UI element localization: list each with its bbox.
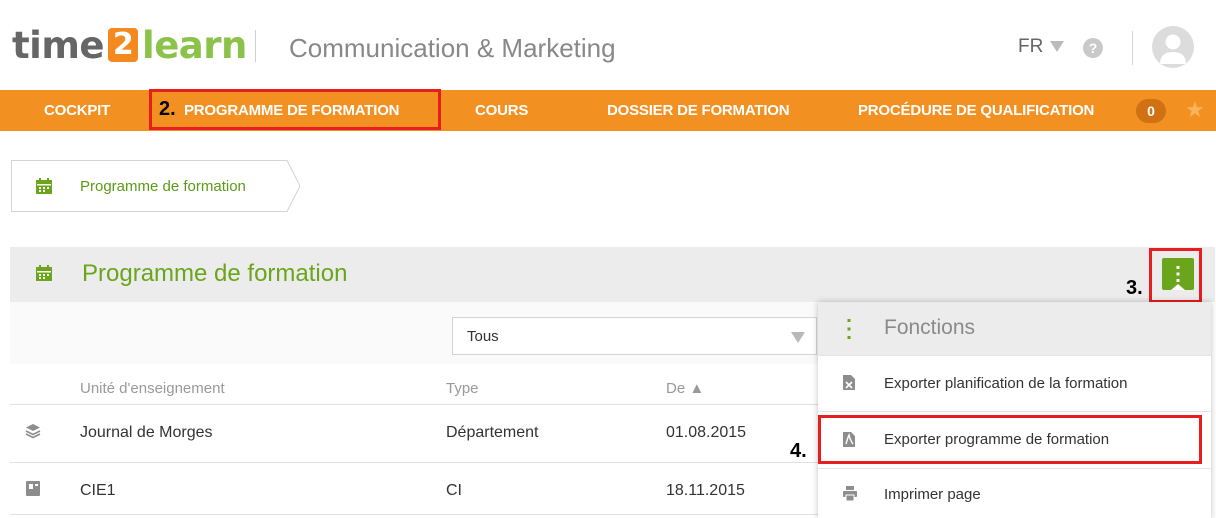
language-selector[interactable]: FR xyxy=(1018,36,1043,58)
type-filter-select[interactable]: Tous xyxy=(452,317,817,355)
table-divider xyxy=(10,404,818,405)
annotation-box-step3 xyxy=(1149,248,1202,303)
logo-text-2: 2 xyxy=(108,28,139,62)
cell-from: 18.11.2015 xyxy=(666,482,745,499)
course-document-icon xyxy=(26,481,40,496)
annotation-label-step3: 3. xyxy=(1126,277,1143,299)
nav-cockpit[interactable]: COCKPIT xyxy=(44,90,110,131)
annotation-box-step4 xyxy=(818,415,1202,464)
functions-dropdown-header xyxy=(818,302,1211,355)
star-icon[interactable]: ★ xyxy=(1185,98,1205,122)
breadcrumb-item-programme[interactable]: Programme de formation xyxy=(80,178,246,195)
logo-text-time: time xyxy=(12,23,105,67)
caret-down-icon[interactable] xyxy=(791,332,805,343)
type-filter-value: Tous xyxy=(467,328,499,345)
menu-item-label: Imprimer page xyxy=(884,486,981,503)
functions-dropdown-title: Fonctions xyxy=(884,316,976,339)
user-silhouette-icon xyxy=(1160,34,1186,64)
calendar-icon xyxy=(36,178,52,194)
organization-name: Communication & Marketing xyxy=(289,33,616,63)
kebab-menu-icon xyxy=(847,319,851,339)
help-icon[interactable]: ? xyxy=(1083,38,1103,58)
cell-unit: Journal de Morges xyxy=(80,424,213,441)
annotation-label-step4: 4. xyxy=(790,440,807,462)
nav-dossier-de-formation[interactable]: DOSSIER DE FORMATION xyxy=(607,90,790,131)
column-header-unit[interactable]: Unité d'enseignement xyxy=(80,380,225,397)
nav-procedure-de-qualification[interactable]: PROCÉDURE DE QUALIFICATION xyxy=(858,90,1094,131)
logo-text-learn: learn xyxy=(142,23,247,67)
dropdown-divider xyxy=(818,468,1211,469)
header-divider-right xyxy=(1132,31,1133,65)
column-header-from[interactable]: De ▲ xyxy=(666,380,704,397)
column-header-type[interactable]: Type xyxy=(446,380,479,397)
table-divider xyxy=(10,514,818,515)
caret-down-icon[interactable] xyxy=(1050,41,1064,52)
time2learn-logo[interactable]: time 2 learn xyxy=(12,22,247,68)
panel-title: Programme de formation xyxy=(82,260,348,287)
notification-badge[interactable]: 0 xyxy=(1136,99,1166,123)
menu-item-label: Exporter planification de la formation xyxy=(884,375,1128,392)
calendar-icon xyxy=(36,265,52,281)
annotation-box-step2 xyxy=(149,89,441,130)
dropdown-divider xyxy=(818,355,1211,356)
header-divider xyxy=(255,30,256,62)
cell-unit: CIE1 xyxy=(80,482,116,499)
nav-cours[interactable]: COURS xyxy=(475,90,528,131)
dropdown-divider xyxy=(818,411,1211,412)
layers-icon xyxy=(25,424,41,439)
cell-type: Département xyxy=(446,424,539,441)
cell-type: CI xyxy=(446,482,462,499)
table-divider xyxy=(10,462,818,463)
annotation-label-step2: 2. xyxy=(159,98,176,120)
user-avatar[interactable] xyxy=(1152,26,1194,68)
printer-icon xyxy=(843,486,857,501)
app-header: time 2 learn Communication & Marketing FR … xyxy=(0,0,1216,90)
cell-from: 01.08.2015 xyxy=(666,424,747,441)
excel-export-icon xyxy=(843,375,855,390)
